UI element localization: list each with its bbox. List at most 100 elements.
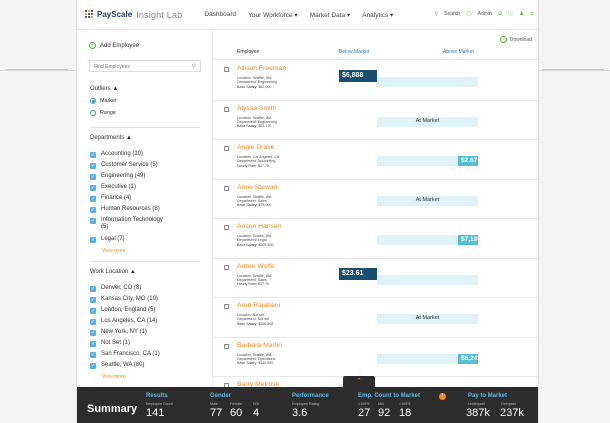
checkbox-checked-icon: ✓ — [90, 152, 96, 158]
divider — [90, 127, 200, 128]
emp-mid-value: 92 — [378, 407, 391, 419]
location-label: Seattle, WA (80) — [101, 362, 145, 368]
performance-value: 3.6 — [292, 407, 308, 419]
employee-name-link[interactable]: Arthur Wolfe — [237, 263, 275, 270]
emp-mid-label: Mid — [378, 402, 384, 406]
dept-checkbox-executive[interactable]: ✓ Executive (1) — [90, 184, 136, 191]
employee-name-link[interactable]: Allison Freeman — [237, 65, 286, 72]
checkbox-checked-icon: ✓ — [90, 286, 96, 292]
employee-select-checkbox[interactable] — [224, 304, 229, 309]
settings-icon[interactable]: ⚙ — [498, 11, 502, 17]
location-checkbox-san-francisco[interactable]: ✓ San Francisco, CA (1) — [90, 351, 160, 358]
employee-select-checkbox[interactable] — [224, 67, 229, 72]
departments-view-more-link[interactable]: View more — [102, 248, 126, 254]
employee-name-link[interactable]: Angie Drake — [237, 144, 274, 151]
radio-empty-icon — [90, 110, 96, 116]
expand-summary-button[interactable]: ⌃ — [343, 376, 375, 387]
employee-row[interactable]: Anson Hansen Location: Seattle, WA Departm… — [213, 219, 538, 259]
employee-row[interactable]: Anne Stewart Location: Seattle, WA Departm… — [213, 180, 538, 220]
employee-details: Location: Seattle, WA Department: Enginee… — [237, 76, 277, 89]
below-market-bar[interactable]: $23.61 — [339, 267, 377, 280]
column-header-above-market[interactable]: Above Market — [443, 49, 474, 55]
nav-market-data[interactable]: Market Data ▾ — [310, 11, 350, 19]
at-market-label: At Market — [415, 196, 440, 203]
dept-label: Finance (4) — [101, 195, 132, 201]
employee-select-checkbox[interactable] — [224, 225, 229, 230]
above-market-bar[interactable]: $2.67 — [458, 156, 478, 166]
employee-detail-line: Base Salary: $75,000 — [237, 203, 272, 208]
employee-row[interactable]: Arun Rajahani Location: Not set Department… — [213, 298, 538, 338]
add-employee-button[interactable]: + Add Employee — [89, 42, 139, 49]
find-employees-input[interactable]: Find Employees ⚲ — [89, 60, 201, 72]
performance-sublabel: Employee Rating — [292, 402, 320, 406]
work-location-heading[interactable]: Work Location ▲ — [90, 269, 136, 275]
location-checkbox-new-york[interactable]: ✓ New York, NY (1) — [90, 329, 147, 336]
outliers-heading[interactable]: Outliers ▲ — [90, 86, 118, 92]
employee-name-link[interactable]: Anne Stewart — [237, 184, 278, 191]
employee-row[interactable]: Alyssa Smith Location: Seattle, WA Departm… — [213, 101, 538, 141]
employee-name-link[interactable]: Anson Hansen — [237, 223, 282, 230]
location-label: Not Set (1) — [101, 340, 131, 346]
dept-checkbox-accounting[interactable]: ✓ Accounting (10) — [90, 151, 143, 158]
employee-select-checkbox[interactable] — [224, 264, 229, 270]
nav-analytics[interactable]: Analytics ▾ — [362, 11, 393, 19]
employee-details: Location: Seattle, WA Department: Legal Ba… — [237, 234, 273, 247]
column-header-below-market[interactable]: Below Market — [339, 49, 369, 55]
outlier-option-market[interactable]: Market — [90, 98, 116, 104]
search-icon[interactable]: ⚲ — [435, 11, 439, 17]
below-market-bar[interactable]: $6,888 — [339, 70, 377, 82]
location-label: New York, NY (1) — [101, 329, 147, 335]
nav-dashboard[interactable]: Dashboard — [204, 11, 236, 18]
location-checkbox-los-angeles[interactable]: ✓ Los Angeles, CA (14) — [90, 318, 157, 325]
help-icon[interactable]: ⓘ — [508, 10, 513, 17]
employee-row[interactable]: Arthur Wolfe Location: Seattle, WA Departm… — [213, 259, 538, 299]
dept-checkbox-customer-service[interactable]: ✓ Customer Service (5) — [90, 162, 158, 169]
nav-your-workforce[interactable]: Your Workforce ▾ — [248, 11, 298, 19]
employee-select-checkbox[interactable] — [224, 343, 229, 349]
download-button[interactable]: ↓ Download — [499, 36, 532, 43]
employee-row[interactable]: Allison Freeman Location: Seattle, WA Depa… — [213, 61, 538, 101]
employee-name-link[interactable]: Barbara Martin — [237, 342, 282, 349]
location-checkbox-seattle[interactable]: ✓ Seattle, WA (80) — [90, 362, 144, 369]
logout-icon[interactable]: ➲ — [530, 11, 534, 17]
search-link[interactable]: Search — [444, 11, 460, 17]
outlier-option-range[interactable]: Range — [90, 110, 116, 116]
brand-name[interactable]: PayScale — [97, 10, 132, 19]
column-header-employee[interactable]: Employee — [237, 49, 259, 55]
alert-icon[interactable]: ! — [439, 393, 446, 400]
locations-view-more-link[interactable]: View more — [102, 374, 126, 380]
location-checkbox-kansas-city[interactable]: ✓ Kansas City, MO (10) — [90, 296, 158, 303]
employee-name-link[interactable]: Alyssa Smith — [237, 105, 276, 112]
location-checkbox-london[interactable]: ✓ London, England (5) — [90, 307, 155, 314]
outlier-option-label: Range — [100, 110, 116, 116]
employee-details: Location: Los Angeles, CA Department: Acc… — [237, 155, 279, 168]
employee-detail-line: Department: Accounting — [237, 159, 276, 164]
above-market-bar[interactable]: $6,241 — [458, 353, 481, 364]
admin-link[interactable]: Admin — [478, 11, 492, 17]
dept-checkbox-finance[interactable]: ✓ Finance (4) — [90, 195, 131, 202]
dept-checkbox-engineering[interactable]: ✓ Engineering (49) — [90, 173, 145, 180]
dept-checkbox-human-resources[interactable]: ✓ Human Resources (8) — [90, 206, 160, 213]
employee-detail-line: Base Salary: $205,500 — [237, 242, 274, 247]
employee-row[interactable]: Barbara Martin Location: Seattle, WA Depar… — [213, 338, 538, 378]
employee-select-checkbox[interactable] — [224, 146, 229, 151]
employee-detail-line: Base Salary: $62,000 — [237, 84, 272, 89]
employee-select-checkbox[interactable] — [224, 106, 229, 112]
location-checkbox-not-set[interactable]: ✓ Not Set (1) — [90, 340, 130, 347]
departments-heading[interactable]: Departments ▲ — [90, 135, 132, 141]
employee-name-link[interactable]: Arun Rajahani — [237, 302, 280, 309]
dept-checkbox-legal[interactable]: ✓ Legal (7) — [90, 236, 125, 243]
employee-detail-line: Department: Engineering — [237, 80, 277, 85]
checkbox-checked-icon: ✓ — [90, 341, 96, 347]
location-label: Denver, CO (8) — [101, 285, 142, 291]
emp-below-label: <100% — [358, 402, 370, 406]
employee-details: Location: Not set Department: Not set Base… — [237, 313, 273, 326]
employee-row[interactable]: Angie Drake Location: Los Angeles, CA Depa… — [213, 140, 538, 180]
above-market-bar[interactable]: $7,195 — [458, 235, 481, 245]
location-checkbox-denver[interactable]: ✓ Denver, CO (8) — [90, 285, 141, 292]
employee-select-checkbox[interactable] — [224, 185, 229, 191]
dept-checkbox-information-technology[interactable]: ✓ Information Technology (5) — [90, 217, 163, 231]
employee-detail-line: Hourly Rate: $17.79 — [237, 282, 269, 287]
user-icon[interactable]: ♟ — [519, 11, 523, 17]
filter-sidebar: + Add Employee Find Employees ⚲ Outliers… — [77, 30, 213, 390]
